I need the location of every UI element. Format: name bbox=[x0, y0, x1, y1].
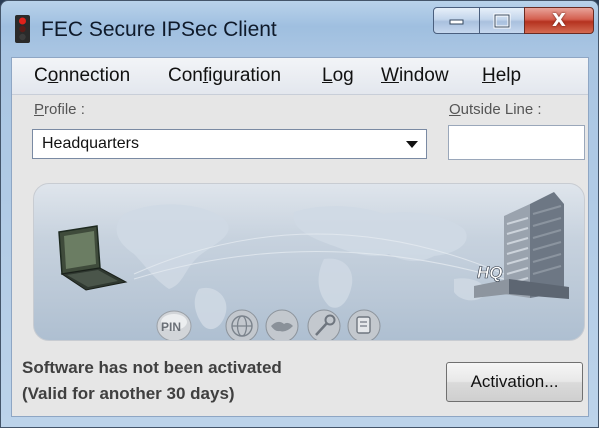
minimize-icon bbox=[449, 19, 463, 24]
menu-connection[interactable]: Connection bbox=[34, 65, 130, 87]
world-map-graphic: HQ PIN bbox=[58, 192, 569, 340]
menu-window[interactable]: Window bbox=[381, 65, 449, 87]
menu-help[interactable]: Help bbox=[482, 65, 521, 87]
profile-label: Profile : bbox=[34, 101, 85, 118]
client-area: Connection Configuration Log Window Help… bbox=[11, 57, 589, 417]
maximize-button[interactable] bbox=[479, 7, 525, 34]
globe-icon bbox=[225, 309, 259, 340]
outside-line-label: Outside Line : bbox=[449, 101, 542, 118]
title-bar[interactable]: FEC Secure IPSec Client X bbox=[1, 1, 598, 57]
laptop-icon bbox=[58, 225, 128, 291]
outside-line-field[interactable] bbox=[448, 125, 585, 160]
menu-log[interactable]: Log bbox=[322, 65, 354, 87]
chevron-down-icon[interactable] bbox=[406, 141, 418, 148]
traffic-light-app-icon bbox=[15, 15, 30, 43]
world-map-icon bbox=[116, 204, 485, 330]
handshake-icon bbox=[265, 309, 299, 340]
activation-status-text: Software has not been activated bbox=[22, 358, 282, 377]
pin-icon: PIN bbox=[156, 310, 192, 340]
pin-label: PIN bbox=[161, 320, 181, 334]
profile-selected-value: Headquarters bbox=[42, 135, 139, 152]
menu-configuration[interactable]: Configuration bbox=[168, 65, 281, 87]
close-icon: X bbox=[552, 10, 566, 31]
close-button[interactable]: X bbox=[524, 7, 594, 34]
activation-button[interactable]: Activation... bbox=[446, 362, 583, 402]
minimize-button[interactable] bbox=[433, 7, 480, 34]
validity-days-text: (Valid for another 30 days) bbox=[22, 384, 235, 403]
app-window: FEC Secure IPSec Client X Connection Con… bbox=[0, 0, 599, 428]
profile-dropdown[interactable]: Headquarters bbox=[32, 129, 427, 159]
building-icon: HQ bbox=[474, 192, 569, 299]
menu-bar: Connection Configuration Log Window Help bbox=[12, 58, 588, 95]
hq-label: HQ bbox=[477, 263, 503, 282]
key-icon bbox=[307, 309, 341, 340]
certificate-icon bbox=[347, 309, 381, 340]
window-title: FEC Secure IPSec Client bbox=[41, 18, 277, 41]
maximize-icon bbox=[493, 13, 511, 28]
connection-status-panel: HQ PIN bbox=[33, 183, 585, 341]
